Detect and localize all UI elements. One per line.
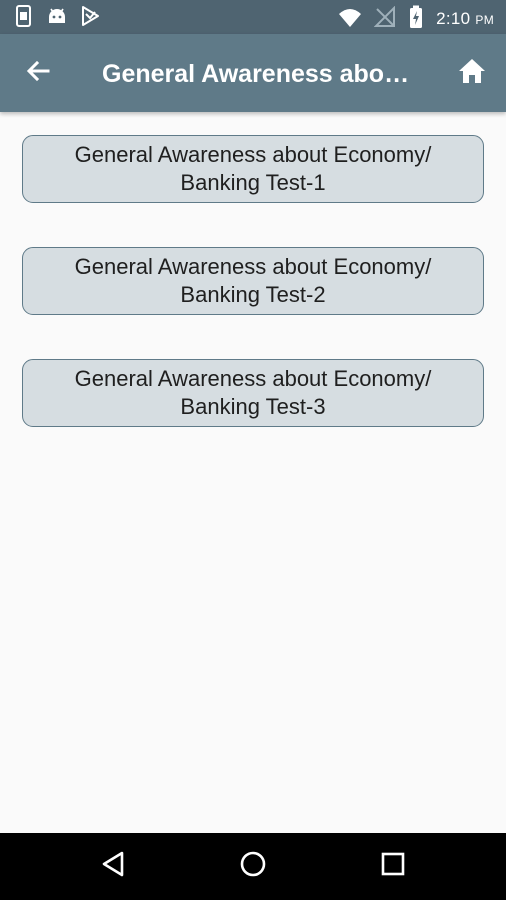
screen: 2:10 PM General Awareness about Economy/…	[0, 0, 506, 900]
status-bar: 2:10 PM	[0, 0, 506, 34]
battery-charging-icon	[408, 5, 424, 34]
nav-recents-button[interactable]	[373, 846, 413, 886]
test-button-line1: General Awareness about Economy/	[74, 366, 432, 391]
nav-back-button[interactable]	[93, 846, 133, 886]
home-button[interactable]	[452, 53, 492, 93]
app-bar: General Awareness about Economy/ Banking…	[0, 34, 506, 112]
status-clock: 2:10 PM	[436, 7, 494, 32]
system-nav-bar	[0, 833, 506, 900]
test-button-label: General Awareness about Economy/ Banking…	[75, 365, 432, 421]
no-signal-icon	[373, 5, 396, 33]
nav-home-button[interactable]	[233, 846, 273, 886]
status-time-ampm: PM	[475, 13, 494, 27]
android-icon	[46, 5, 68, 32]
status-right-icons: 2:10 PM	[338, 5, 494, 34]
test-button-1[interactable]: General Awareness about Economy/ Banking…	[22, 135, 484, 203]
arrow-back-icon	[24, 57, 52, 90]
test-button-line2: Banking Test-3	[180, 394, 326, 419]
page-title: General Awareness about Economy/ Banking…	[102, 60, 424, 88]
nav-home-icon	[239, 850, 267, 883]
phone-screenshot-icon	[14, 5, 34, 32]
test-button-line2: Banking Test-2	[180, 282, 326, 307]
play-store-icon	[80, 5, 100, 32]
test-button-line1: General Awareness about Economy/	[74, 142, 432, 167]
status-time-value: 2:10	[436, 9, 471, 28]
test-button-3[interactable]: General Awareness about Economy/ Banking…	[22, 359, 484, 427]
status-left-icons	[14, 5, 100, 32]
test-button-line1: General Awareness about Economy/	[74, 254, 432, 279]
home-icon	[457, 57, 487, 90]
nav-back-icon	[100, 850, 126, 883]
test-button-2[interactable]: General Awareness about Economy/ Banking…	[22, 247, 484, 315]
test-button-label: General Awareness about Economy/ Banking…	[75, 253, 432, 309]
nav-recents-icon	[380, 851, 406, 882]
test-button-line2: Banking Test-1	[180, 170, 326, 195]
back-button[interactable]	[18, 53, 58, 93]
wifi-icon	[338, 6, 362, 33]
test-button-label: General Awareness about Economy/ Banking…	[75, 141, 432, 197]
